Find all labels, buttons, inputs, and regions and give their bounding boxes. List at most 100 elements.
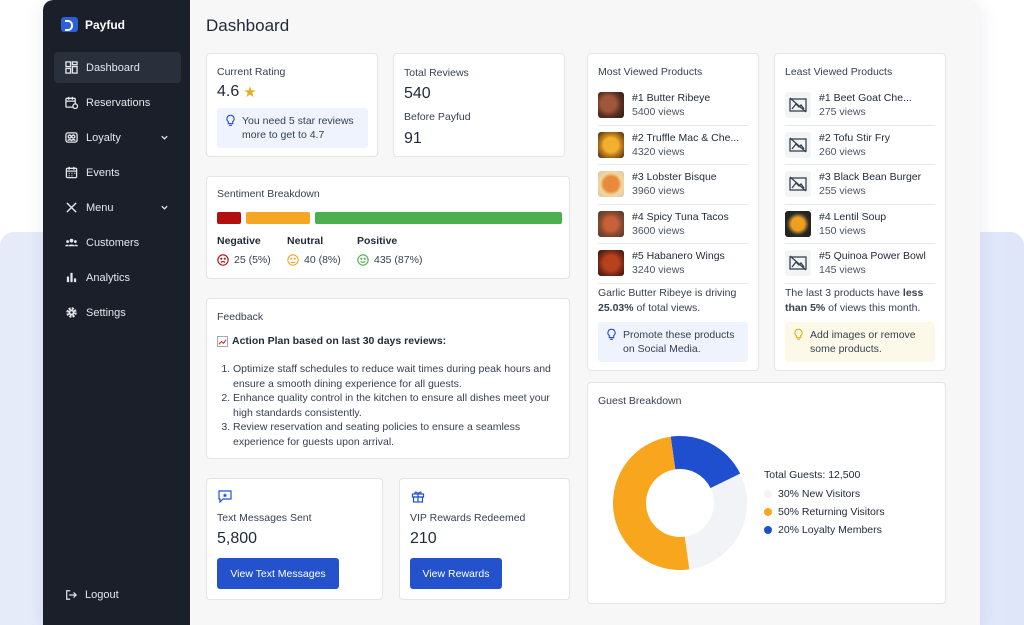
product-views: 275 views [819,106,866,119]
sentiment-neutral: Neutral 40 (8%) [287,235,341,266]
product-views: 3240 views [632,264,685,277]
most-viewed-tip: Promote these products on Social Media. [598,322,748,362]
product-views: 260 views [819,145,866,158]
card-title: VIP Rewards Redeemed [410,512,526,524]
chevron-down-icon [161,135,168,140]
action-plan-heading: Action Plan based on last 30 days review… [232,335,447,347]
sidebar-item-customers[interactable]: Customers [54,227,181,258]
sidebar-item-menu[interactable]: Menu [54,192,181,223]
loyalty-users-icon [65,131,78,144]
list-item[interactable]: #2 Tofu Stir Fry 260 views [785,126,935,165]
product-views: 255 views [819,185,866,198]
sidebar-item-label: Customers [86,236,140,249]
vip-rewards-value: 210 [410,530,437,547]
card-title: Feedback [217,311,264,323]
no-image-icon [785,92,811,119]
product-views: 4320 views [632,145,685,158]
product-views: 145 views [819,264,866,277]
legend-dot [764,526,772,534]
sidebar-item-label: Dashboard [86,61,140,74]
sad-face-icon [217,254,229,266]
product-views: 3600 views [632,224,685,237]
customers-group-icon [65,236,78,249]
list-item[interactable]: #4 Spicy Tuna Tacos 3600 views [598,205,748,244]
product-name: #1 Beet Goat Che... [819,92,912,105]
note-percent: 25.03% [598,301,634,314]
sentiment-bar [217,212,562,224]
legend-item: 30% New Visitors [764,488,885,500]
sidebar-item-dashboard[interactable]: Dashboard [54,52,181,83]
note-text: is driving [691,287,737,299]
product-name: #5 Quinoa Power Bowl [819,250,926,263]
list-item[interactable]: #5 Habanero Wings 3240 views [598,244,748,284]
happy-face-icon [357,254,369,266]
chevron-down-icon [161,205,168,210]
list-item[interactable]: #5 Quinoa Power Bowl 145 views [785,244,935,284]
sidebar-item-events[interactable]: Events [54,157,181,188]
sentiment-label: Negative [217,235,261,247]
sidebar-item-settings[interactable]: Settings [54,297,181,328]
sidebar-item-label: Reservations [86,96,151,109]
card-title: Least Viewed Products [785,66,893,78]
product-views: 3960 views [632,185,685,198]
least-viewed-products-card: Least Viewed Products #1 Beet Goat Che..… [774,53,946,371]
view-rewards-button[interactable]: View Rewards [410,558,502,589]
lightbulb-icon [226,114,235,126]
product-views: 5400 views [632,106,685,119]
neutral-face-icon [287,254,299,266]
list-item[interactable]: #2 Truffle Mac & Che... 4320 views [598,126,748,165]
product-thumbnail [598,131,624,158]
least-viewed-tip: Add images or remove some products. [785,322,935,362]
message-star-icon [218,490,232,503]
tip-text: Add images or remove some products. [810,329,916,355]
view-text-messages-button[interactable]: View Text Messages [217,558,339,589]
tip-text: Promote these products on Social Media. [623,329,735,355]
sidebar-item-reservations[interactable]: Reservations [54,87,181,118]
payfud-logo-icon [61,17,78,32]
list-item[interactable]: #4 Lentil Soup 150 views [785,205,935,244]
feedback-card: Feedback Action Plan based on last 30 da… [206,298,570,459]
most-viewed-list: #1 Butter Ribeye 5400 views #2 Truffle Ma… [598,86,748,284]
list-item[interactable]: #3 Black Bean Burger 255 views [785,165,935,205]
sidebar: Payfud Dashboard Reservations Loyalty Ev… [43,0,190,625]
page-title: Dashboard [206,16,290,35]
sidebar-item-analytics[interactable]: Analytics [54,262,181,293]
product-name: #2 Truffle Mac & Che... [632,131,740,144]
sentiment-bar-positive [315,212,562,224]
dashboard-grid-icon [65,61,78,74]
bar-chart-icon [65,271,78,284]
no-image-icon [785,131,811,158]
product-views: 150 views [819,224,866,237]
rating-tip: You need 5 star reviews more to get to 4… [217,108,368,148]
sentiment-value: 40 (8%) [304,254,341,266]
before-payfud-value: 91 [404,130,422,147]
sentiment-label: Positive [357,235,398,247]
sentiment-value: 435 (87%) [374,254,423,266]
guest-breakdown-card: Guest Breakdown Total Guests: 12,500 30%… [587,382,946,604]
legend-item: 50% Returning Visitors [764,506,885,518]
list-item[interactable]: #1 Beet Goat Che... 275 views [785,86,935,126]
sidebar-item-loyalty[interactable]: Loyalty [54,122,181,153]
card-title: Guest Breakdown [598,395,682,407]
brand[interactable]: Payfud [61,17,125,32]
product-thumbnail [598,210,624,237]
product-name: #4 Lentil Soup [819,210,887,223]
sentiment-negative: Negative 25 (5%) [217,235,271,266]
product-name: #3 Lobster Bisque [632,171,717,184]
product-thumbnail [785,210,811,237]
most-viewed-note: Garlic Butter Ribeye is driving 25.03% o… [598,286,753,315]
list-item[interactable]: #3 Lobster Bisque 3960 views [598,165,748,205]
product-name: #3 Black Bean Burger [819,171,922,184]
lightbulb-icon [607,328,616,340]
text-messages-card: Text Messages Sent 5,800 View Text Messa… [206,478,383,600]
list-item[interactable]: #1 Butter Ribeye 5400 views [598,86,748,126]
logout-button[interactable]: Logout [65,589,119,601]
calendar-icon [65,166,78,179]
vip-rewards-card: VIP Rewards Redeemed 210 View Rewards [399,478,570,600]
product-name: #1 Butter Ribeye [632,92,711,105]
sidebar-nav: Dashboard Reservations Loyalty Events Me… [54,52,181,332]
total-reviews-card: Total Reviews 540 Before Payfud 91 [393,53,565,157]
note-text: of total views. [633,301,701,314]
legend-label: 50% Returning Visitors [778,506,885,518]
sentiment-label: Neutral [287,235,324,247]
